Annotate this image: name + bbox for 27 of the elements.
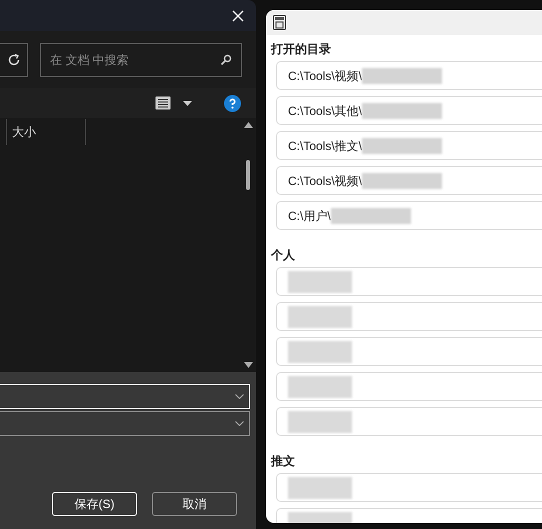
chevron-down-icon[interactable]	[235, 421, 244, 426]
list-item[interactable]: C:\Tools\视频\	[276, 61, 542, 90]
save-button[interactable]: 保存(S)	[52, 492, 137, 516]
cancel-button[interactable]: 取消	[152, 492, 237, 516]
list-item[interactable]: C:\用户\	[276, 201, 542, 230]
scroll-down-icon[interactable]	[244, 362, 252, 368]
list-view-icon[interactable]	[155, 96, 171, 110]
dropdown-field[interactable]	[0, 411, 250, 436]
column-header[interactable]: 大小	[6, 119, 86, 145]
search-icon[interactable]	[220, 54, 232, 66]
chevron-down-icon[interactable]	[235, 394, 244, 399]
search-field[interactable]: 在 文档 中搜索	[40, 42, 242, 76]
dropdown-caret-icon[interactable]	[183, 100, 192, 106]
scrollbar-thumb[interactable]	[246, 160, 250, 190]
refresh-icon[interactable]	[6, 52, 20, 66]
app-icon	[273, 15, 286, 30]
search-input: 在 文档 中搜索	[50, 50, 200, 68]
help-icon[interactable]	[224, 94, 241, 112]
section-title: 推文	[271, 453, 296, 470]
list-item[interactable]: C:\Tools\推文\	[276, 131, 542, 160]
section-title: 打开的目录	[271, 41, 332, 58]
scroll-up-icon[interactable]	[244, 122, 252, 128]
list-item[interactable]: C:\Tools\视频\	[276, 166, 542, 195]
list-item[interactable]: C:\Tools\其他\	[276, 96, 542, 125]
refresh-button[interactable]	[0, 42, 28, 76]
close-icon[interactable]	[232, 10, 244, 22]
section-title: 个人	[271, 247, 296, 264]
